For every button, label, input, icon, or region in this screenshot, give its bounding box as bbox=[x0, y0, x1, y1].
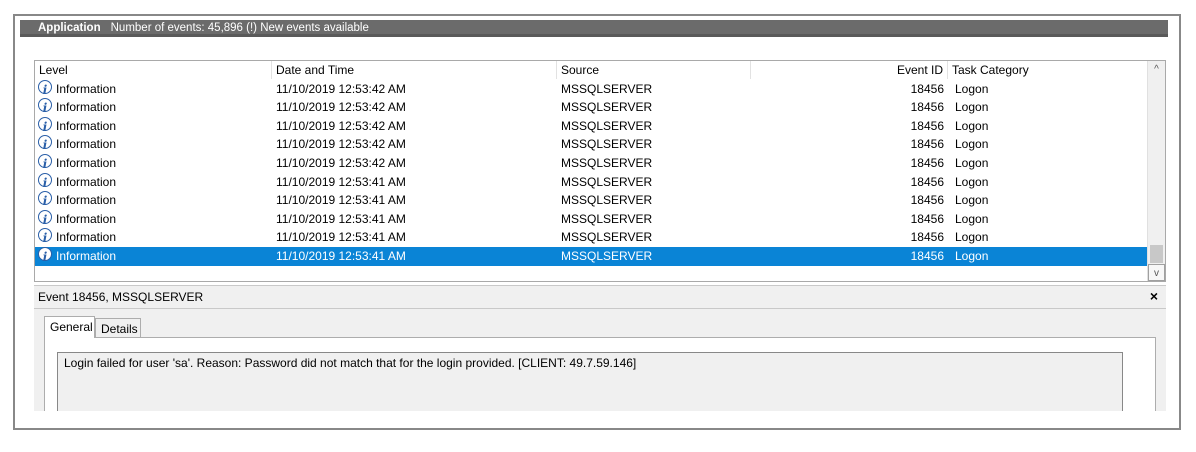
cell-level: Information bbox=[56, 137, 117, 152]
cell-task-category: Logon bbox=[955, 137, 989, 152]
cell-level: Information bbox=[56, 230, 117, 245]
cell-event-id: 18456 bbox=[910, 174, 944, 189]
cell-level: Information bbox=[56, 100, 117, 115]
information-icon: i bbox=[38, 191, 52, 208]
table-row[interactable]: i Information 11/10/2019 12:53:42 AM MSSQLS… bbox=[35, 79, 1147, 99]
chevron-up-icon[interactable]: ^ bbox=[1148, 61, 1165, 78]
cell-task-category: Logon bbox=[955, 193, 989, 208]
log-name: Application bbox=[38, 22, 101, 34]
event-message: Login failed for user 'sa'. Reason: Pass… bbox=[64, 356, 637, 370]
column-header-task-category[interactable]: Task Category bbox=[948, 61, 1147, 79]
cell-source: MSSQLSERVER bbox=[561, 174, 653, 189]
cell-datetime: 11/10/2019 12:53:42 AM bbox=[276, 137, 406, 152]
information-icon: i bbox=[38, 79, 52, 97]
cell-datetime: 11/10/2019 12:53:42 AM bbox=[276, 100, 406, 115]
cell-task-category: Logon bbox=[955, 156, 989, 170]
cell-event-id: 18456 bbox=[910, 118, 944, 133]
event-message-box[interactable]: Login failed for user 'sa'. Reason: Pass… bbox=[57, 352, 1123, 411]
cell-datetime: 11/10/2019 12:53:41 AM bbox=[276, 193, 406, 208]
cell-task-category: Logon bbox=[955, 249, 989, 263]
cell-source: MSSQLSERVER bbox=[561, 193, 653, 208]
cell-task-category: Logon bbox=[955, 174, 989, 189]
cell-level: Information bbox=[56, 81, 117, 96]
information-icon: i bbox=[38, 228, 52, 245]
vertical-scrollbar[interactable]: ^ v bbox=[1147, 61, 1165, 281]
information-icon: i bbox=[38, 116, 52, 134]
cell-event-id: 18456 bbox=[910, 230, 944, 245]
column-header-level[interactable]: Level bbox=[35, 61, 272, 79]
cell-datetime: 11/10/2019 12:53:41 AM bbox=[276, 249, 406, 263]
information-icon: i bbox=[38, 172, 52, 190]
cell-datetime: 11/10/2019 12:53:41 AM bbox=[276, 211, 406, 226]
general-tab-panel: Login failed for user 'sa'. Reason: Pass… bbox=[44, 337, 1156, 411]
cell-datetime: 11/10/2019 12:53:41 AM bbox=[276, 230, 406, 245]
cell-source: MSSQLSERVER bbox=[561, 100, 653, 115]
cell-level: Information bbox=[56, 118, 117, 133]
cell-level: Information bbox=[56, 249, 117, 263]
information-icon: i bbox=[38, 209, 52, 227]
cell-source: MSSQLSERVER bbox=[561, 156, 653, 170]
close-icon[interactable]: × bbox=[1150, 288, 1158, 304]
column-header-datetime[interactable]: Date and Time bbox=[272, 61, 557, 79]
table-row[interactable]: i Information 11/10/2019 12:53:41 AM MSSQLS… bbox=[35, 191, 1147, 210]
cell-task-category: Logon bbox=[955, 81, 989, 96]
cell-task-category: Logon bbox=[955, 100, 989, 115]
information-icon: i bbox=[38, 98, 52, 115]
table-row[interactable]: i Information 11/10/2019 12:53:41 AM MSSQLS… bbox=[35, 209, 1147, 229]
divider bbox=[34, 308, 1166, 309]
cell-source: MSSQLSERVER bbox=[561, 81, 653, 96]
table-header: Level Date and Time Source Event ID Task… bbox=[35, 61, 1147, 79]
cell-source: MSSQLSERVER bbox=[561, 230, 653, 245]
table-row[interactable]: i Information 11/10/2019 12:53:42 AM MSSQLS… bbox=[35, 154, 1147, 173]
event-detail-pane: Event 18456, MSSQLSERVER × Login failed … bbox=[34, 285, 1166, 411]
table-row[interactable]: i Information 11/10/2019 12:53:41 AM MSSQLS… bbox=[35, 228, 1147, 247]
cell-source: MSSQLSERVER bbox=[561, 249, 653, 263]
column-header-event-id[interactable]: Event ID bbox=[751, 61, 948, 79]
cell-event-id: 18456 bbox=[910, 81, 944, 96]
scrollbar-thumb[interactable] bbox=[1150, 245, 1163, 263]
cell-event-id: 18456 bbox=[910, 156, 944, 170]
cell-level: Information bbox=[56, 156, 117, 170]
detail-title: Event 18456, MSSQLSERVER bbox=[38, 290, 204, 304]
table-row[interactable]: i Information 11/10/2019 12:53:42 AM MSSQLS… bbox=[35, 135, 1147, 154]
cell-source: MSSQLSERVER bbox=[561, 137, 653, 152]
event-count-status: Number of events: 45,896 (!) New events … bbox=[110, 22, 369, 34]
tab-details[interactable]: Details bbox=[95, 318, 141, 338]
cell-event-id: 18456 bbox=[910, 137, 944, 152]
table-row[interactable]: i Information 11/10/2019 12:53:41 AM MSSQLS… bbox=[35, 172, 1147, 192]
cell-level: Information bbox=[56, 174, 117, 189]
cell-task-category: Logon bbox=[955, 230, 989, 245]
information-icon: i bbox=[38, 154, 52, 171]
cell-task-category: Logon bbox=[955, 211, 989, 226]
information-icon: i bbox=[38, 247, 52, 264]
information-icon: i bbox=[38, 135, 52, 152]
cell-event-id: 18456 bbox=[910, 100, 944, 115]
cell-source: MSSQLSERVER bbox=[561, 118, 653, 133]
table-row[interactable]: i Information 11/10/2019 12:53:42 AM MSSQLS… bbox=[35, 116, 1147, 136]
cell-datetime: 11/10/2019 12:53:42 AM bbox=[276, 81, 406, 96]
table-row[interactable]: i Information 11/10/2019 12:53:42 AM MSSQLS… bbox=[35, 98, 1147, 117]
events-table[interactable]: Level Date and Time Source Event ID Task… bbox=[34, 60, 1166, 282]
cell-datetime: 11/10/2019 12:53:41 AM bbox=[276, 174, 406, 189]
chevron-down-icon[interactable]: v bbox=[1148, 264, 1165, 281]
column-header-source[interactable]: Source bbox=[557, 61, 751, 79]
table-row[interactable]: i Information 11/10/2019 12:53:41 AM MSSQLS… bbox=[35, 247, 1147, 266]
cell-level: Information bbox=[56, 193, 117, 208]
cell-datetime: 11/10/2019 12:53:42 AM bbox=[276, 118, 406, 133]
cell-level: Information bbox=[56, 211, 117, 226]
cell-event-id: 18456 bbox=[910, 211, 944, 226]
cell-source: MSSQLSERVER bbox=[561, 211, 653, 226]
tab-general[interactable]: General bbox=[44, 316, 95, 338]
cell-task-category: Logon bbox=[955, 118, 989, 133]
title-bar-border bbox=[20, 34, 1168, 37]
cell-event-id: 18456 bbox=[910, 249, 944, 263]
cell-event-id: 18456 bbox=[910, 193, 944, 208]
cell-datetime: 11/10/2019 12:53:42 AM bbox=[276, 156, 406, 170]
